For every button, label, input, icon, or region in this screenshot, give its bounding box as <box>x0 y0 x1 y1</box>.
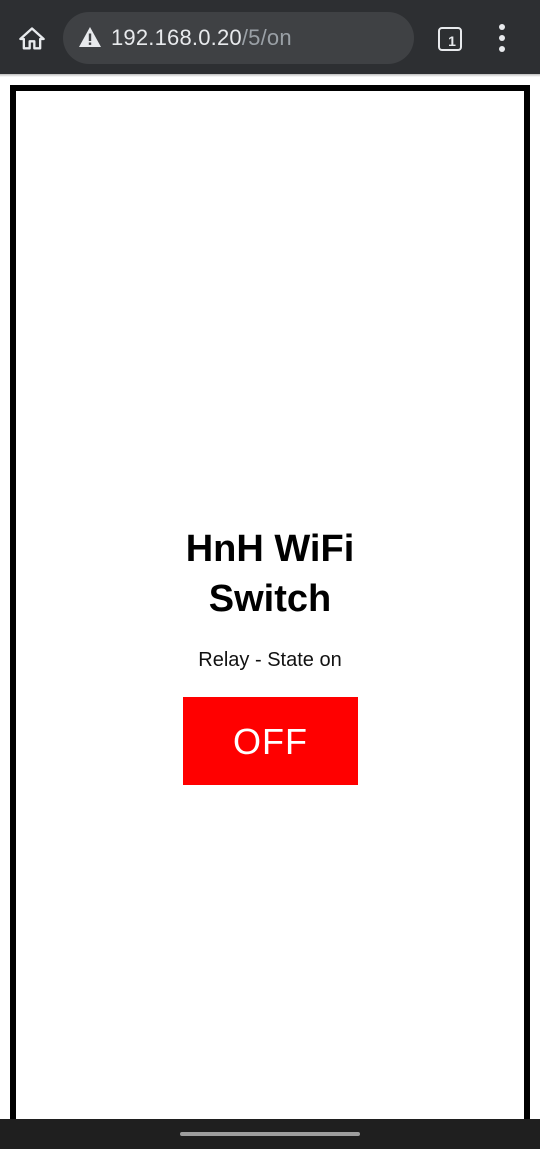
tab-count: 1 <box>448 33 456 49</box>
tab-switcher-icon: 1 <box>438 27 462 51</box>
relay-off-button[interactable]: OFF <box>183 697 358 785</box>
url-host: 192.168.0.20 <box>111 25 242 50</box>
home-button[interactable] <box>14 21 50 57</box>
warning-icon[interactable] <box>78 26 102 48</box>
browser-toolbar: 192.168.0.20/5/on 1 <box>0 0 540 74</box>
more-menu-button[interactable] <box>490 22 514 54</box>
address-bar[interactable]: 192.168.0.20/5/on <box>63 12 414 64</box>
tab-switcher-button[interactable]: 1 <box>436 25 464 53</box>
system-navigation-bar <box>0 1119 540 1149</box>
home-icon <box>19 27 45 50</box>
relay-state-text: Relay - State on <box>198 649 342 671</box>
page-title: HnH WiFi Switch <box>185 528 355 620</box>
gesture-handle[interactable] <box>180 1132 360 1136</box>
url-text[interactable]: 192.168.0.20/5/on <box>111 24 292 52</box>
url-path: /5/on <box>241 25 292 50</box>
web-page: HnH WiFi Switch Relay - State on OFF <box>0 77 540 1125</box>
